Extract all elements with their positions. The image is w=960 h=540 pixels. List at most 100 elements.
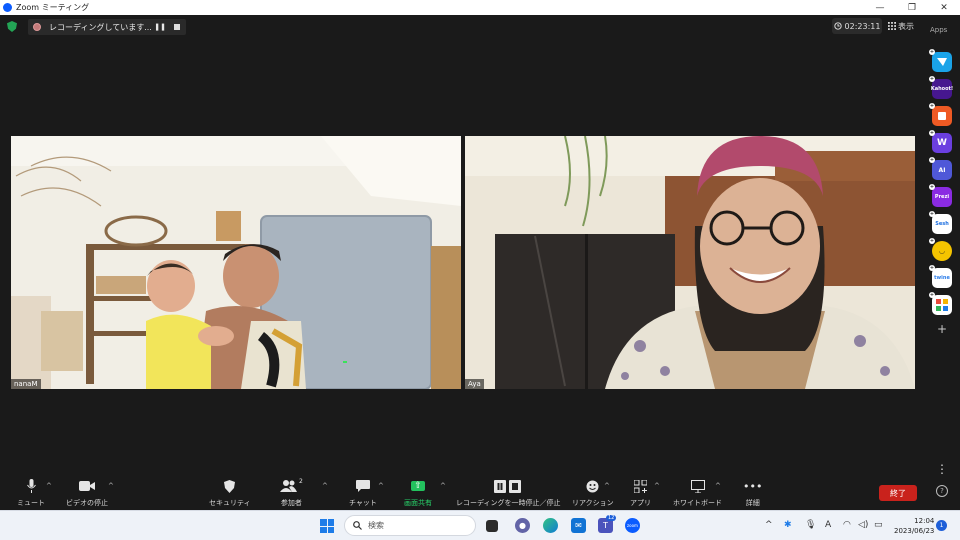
battery-icon[interactable]: ▭ bbox=[874, 520, 883, 530]
app-1-icon[interactable]: + bbox=[929, 49, 952, 72]
apps-sidebar: + + Kahoot! + + W + AI + Prezi + Sesh + ◡ + twi… bbox=[928, 49, 956, 336]
notification-badge[interactable]: 1 bbox=[936, 520, 947, 531]
video-frame bbox=[11, 136, 461, 389]
participants-label: 参加者 bbox=[280, 499, 302, 507]
edge-browser-icon[interactable] bbox=[543, 518, 558, 533]
meeting-toolbar: ミュート ^ ビデオの停止 ^ セキュリティ 2 参加者 ^ チャット ^ ⇧ … bbox=[0, 474, 960, 510]
task-view-icon[interactable] bbox=[486, 520, 498, 532]
app-w-icon[interactable]: + W bbox=[929, 130, 952, 153]
recording-dot-icon bbox=[33, 23, 41, 31]
help-icon[interactable]: ? bbox=[936, 485, 948, 497]
video-options-caret-icon[interactable]: ^ bbox=[108, 482, 114, 490]
pause-recording-icon[interactable]: ❚❚ bbox=[154, 23, 166, 31]
title-bar: Zoom ミーティング — ❐ ✕ bbox=[0, 0, 960, 15]
apps-button[interactable]: アプリ bbox=[630, 478, 651, 508]
microphone-tray-icon[interactable]: 🎙 bbox=[805, 520, 816, 530]
clock-date: 2023/06/23 bbox=[894, 527, 935, 535]
mute-label: ミュート bbox=[17, 499, 45, 507]
stop-video-label: ビデオの停止 bbox=[66, 499, 108, 507]
twine-icon[interactable]: + twine bbox=[929, 265, 952, 288]
participants-button[interactable]: 2 参加者 bbox=[280, 478, 303, 508]
chat-options-caret-icon[interactable]: ^ bbox=[378, 482, 384, 490]
show-hidden-icons-chevron-icon[interactable]: ^ bbox=[765, 520, 773, 530]
teams-badge: 12 bbox=[606, 515, 617, 521]
input-method-icon[interactable]: A bbox=[825, 520, 831, 530]
video-camera-icon bbox=[79, 478, 95, 494]
mute-options-caret-icon[interactable]: ^ bbox=[46, 482, 52, 490]
security-label: セキュリティ bbox=[209, 499, 251, 507]
pause-stop-recording-icon bbox=[494, 478, 522, 494]
add-app-icon[interactable]: + bbox=[928, 322, 956, 336]
apps-label: Apps bbox=[930, 26, 948, 34]
windows-taskbar: 検索 ● ✉ T 12 zoom ^ ✱ 🎙 A ◠ ◁) ▭ 12:04 20… bbox=[0, 510, 960, 540]
recording-indicator: レコーディングしています... ❚❚ bbox=[28, 19, 186, 35]
timer-text: 02:23:11 bbox=[844, 21, 881, 31]
reactions-label: リアクション bbox=[572, 499, 614, 507]
search-placeholder: 検索 bbox=[368, 521, 384, 530]
reactions-options-caret-icon[interactable]: ^ bbox=[604, 482, 610, 490]
search-icon bbox=[353, 521, 362, 530]
participants-count: 2 bbox=[299, 478, 303, 485]
app-3-icon[interactable]: + bbox=[929, 103, 952, 126]
share-screen-button[interactable]: ⇧ 画面共有 bbox=[404, 478, 432, 508]
stop-recording-icon[interactable] bbox=[174, 24, 180, 30]
view-button[interactable]: 表示 bbox=[888, 18, 914, 34]
window-title: Zoom ミーティング bbox=[16, 3, 90, 12]
whiteboard-label: ホワイトボード bbox=[673, 499, 722, 507]
zoom-window: Zoom ミーティング — ❐ ✕ レコーディングしています... ❚❚ 02:… bbox=[0, 0, 960, 540]
recording-controls-label: レコーディングを一時停止／停止 bbox=[456, 499, 561, 507]
taskbar-search-input[interactable]: 検索 bbox=[344, 515, 476, 536]
sesh-icon[interactable]: + Sesh bbox=[929, 211, 952, 234]
more-button[interactable]: ••• 詳細 bbox=[743, 478, 762, 508]
meeting-timer[interactable]: 02:23:11 bbox=[832, 18, 882, 34]
ellipsis-icon: ••• bbox=[743, 479, 763, 493]
close-button[interactable]: ✕ bbox=[928, 3, 960, 13]
smiley-icon bbox=[586, 478, 599, 494]
chat-button[interactable]: チャット bbox=[349, 478, 377, 508]
clock-time: 12:04 bbox=[914, 517, 935, 525]
apps-options-caret-icon[interactable]: ^ bbox=[654, 482, 660, 490]
chat-bubble-icon bbox=[355, 478, 370, 494]
share-screen-label: 画面共有 bbox=[404, 499, 432, 507]
whiteboard-icon bbox=[690, 478, 705, 494]
chat-app-icon[interactable]: ● bbox=[515, 518, 530, 533]
windows-start-icon[interactable] bbox=[320, 519, 334, 533]
zoom-taskbar-icon[interactable]: zoom bbox=[625, 518, 640, 533]
participant-name-label: nanaM bbox=[11, 379, 41, 389]
recording-controls-button[interactable]: レコーディングを一時停止／停止 bbox=[456, 478, 561, 508]
grid-view-icon bbox=[888, 22, 896, 30]
stop-video-button[interactable]: ビデオの停止 bbox=[66, 478, 108, 508]
mail-icon[interactable]: ✉ bbox=[571, 518, 586, 533]
security-button[interactable]: セキュリティ bbox=[209, 478, 251, 508]
participant-video-aya[interactable]: Aya bbox=[465, 136, 915, 389]
app-grid-icon[interactable]: + bbox=[929, 292, 952, 315]
shield-icon bbox=[224, 478, 236, 494]
share-options-caret-icon[interactable]: ^ bbox=[440, 482, 446, 490]
maximize-button[interactable]: ❐ bbox=[896, 3, 928, 13]
clock-icon bbox=[833, 22, 842, 30]
bluetooth-icon[interactable]: ✱ bbox=[784, 520, 792, 530]
participants-options-caret-icon[interactable]: ^ bbox=[322, 482, 328, 490]
more-label: 詳細 bbox=[745, 499, 760, 507]
video-frame bbox=[465, 136, 915, 389]
apps-icon bbox=[634, 478, 647, 494]
volume-icon[interactable]: ◁) bbox=[858, 520, 868, 530]
apps-label: アプリ bbox=[630, 499, 651, 507]
app-ai-icon[interactable]: + AI bbox=[929, 157, 952, 180]
recording-status-text: レコーディングしています... bbox=[49, 22, 152, 32]
end-meeting-button[interactable]: 終了 bbox=[879, 485, 917, 501]
meeting-top-bar: レコーディングしています... ❚❚ 02:23:11 表示 bbox=[0, 15, 920, 39]
app-face-icon[interactable]: + ◡ bbox=[929, 238, 952, 261]
whiteboard-options-caret-icon[interactable]: ^ bbox=[715, 482, 721, 490]
chat-label: チャット bbox=[349, 499, 377, 507]
taskbar-clock[interactable]: 12:04 2023/06/23 bbox=[894, 516, 934, 536]
minimize-button[interactable]: — bbox=[864, 3, 896, 13]
participant-video-nanam[interactable]: nanaM bbox=[11, 136, 461, 389]
mute-button[interactable]: ミュート bbox=[17, 478, 45, 508]
microphone-icon bbox=[26, 478, 36, 494]
wifi-icon[interactable]: ◠ bbox=[843, 520, 851, 530]
shield-icon[interactable] bbox=[7, 21, 17, 32]
participants-icon: 2 bbox=[280, 478, 303, 494]
kahoot-icon[interactable]: + Kahoot! bbox=[929, 76, 953, 99]
prezi-icon[interactable]: + Prezi bbox=[929, 184, 952, 207]
